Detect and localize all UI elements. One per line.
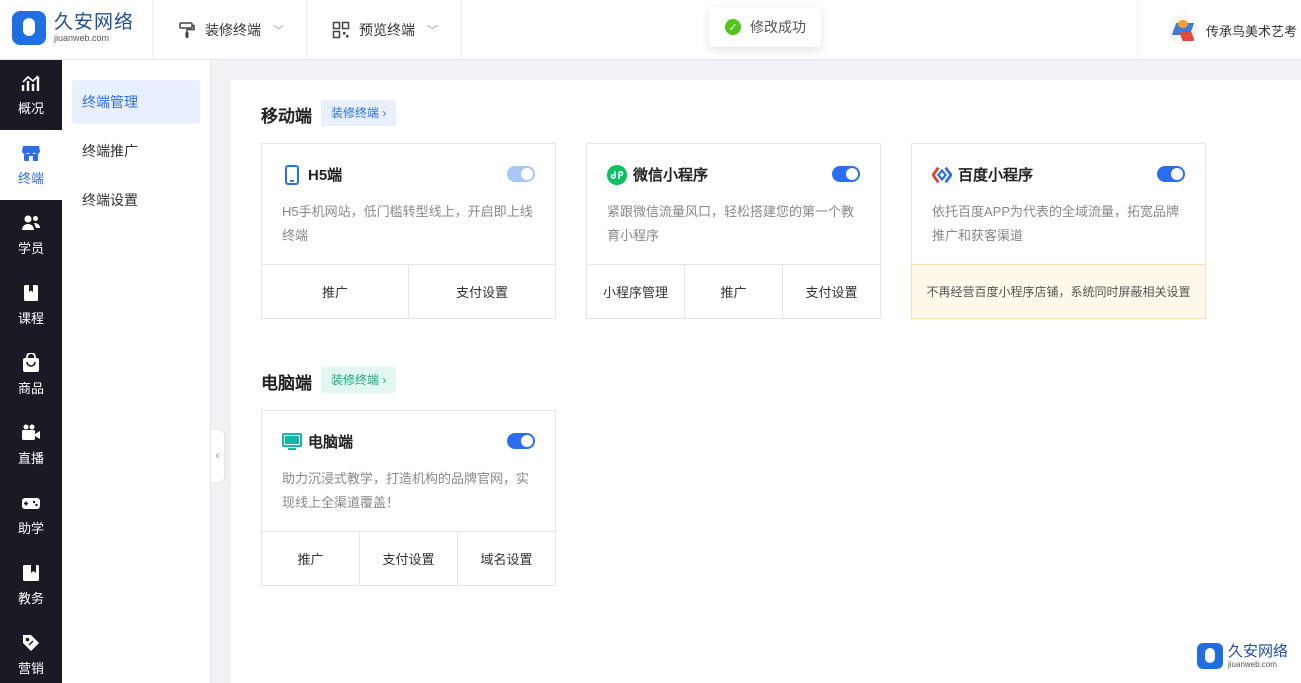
check-circle-icon: ✓	[725, 19, 741, 35]
sidebar-item-overview[interactable]: 概况	[0, 60, 62, 130]
main-sidebar: 概况 终端 学员 课程 商品 直播 助学 教务 营销	[0, 60, 62, 683]
user-name: 传承鸟美术艺考	[1206, 23, 1298, 39]
main-panel: 移动端 装修终端 › H5端 H5手机网站，低门槛转型线上，开启即上线终端 推广…	[231, 80, 1301, 683]
card-title: 百度小程序	[958, 167, 1034, 184]
chevron-left-icon: ‹	[215, 450, 220, 462]
wechat-miniprogram-manage-button[interactable]: 小程序管理	[587, 265, 685, 318]
tag-icon	[21, 633, 41, 653]
submenu-terminal-promotion[interactable]: 终端推广	[72, 129, 200, 173]
section-title-pc: 电脑端	[261, 374, 312, 393]
decorate-pc-link-label: 装修终端	[331, 373, 380, 387]
submenu-terminal-management[interactable]: 终端管理	[72, 80, 200, 124]
section-title-mobile: 移动端	[261, 107, 312, 126]
card-description: H5手机网站，低门槛转型线上，开启即上线终端	[282, 204, 533, 243]
pc-toggle[interactable]	[507, 433, 535, 449]
sidebar-item-label: 助学	[17, 521, 44, 536]
decorate-terminal-label: 装修终端	[205, 22, 261, 38]
logo-icon	[1197, 643, 1223, 669]
store-icon	[21, 143, 41, 163]
chevron-right-icon: ›	[382, 106, 387, 120]
top-bar: 久安网络 jiuanweb.com 装修终端 ﹀ 预览终端 ﹀ ✓ 修改成功 传…	[0, 0, 1301, 60]
terminal-submenu: 终端管理 终端推广 终端设置	[62, 60, 211, 683]
sidebar-item-label: 终端	[17, 171, 44, 186]
watermark-logo: 久安网络 jiuanweb.com	[1197, 643, 1288, 669]
decorate-terminal-menu[interactable]: 装修终端 ﹀	[152, 0, 306, 60]
card-baidu-miniprogram: 百度小程序 依托百度APP为代表的全域流量，拓宽品牌推广和获客渠道 不再经营百度…	[911, 143, 1206, 319]
preview-terminal-menu[interactable]: 预览终端 ﹀	[306, 0, 462, 60]
sidebar-item-students[interactable]: 学员	[0, 200, 62, 270]
card-title: 微信小程序	[633, 167, 709, 184]
sidebar-item-label: 直播	[17, 451, 44, 466]
pc-promote-button[interactable]: 推广	[262, 532, 360, 585]
chevron-down-icon: ﹀	[427, 25, 438, 37]
sidebar-item-study-aid[interactable]: 助学	[0, 480, 62, 550]
chevron-down-icon: ﹀	[273, 25, 284, 37]
card-title: H5端	[308, 167, 343, 184]
sidebar-item-goods[interactable]: 商品	[0, 340, 62, 410]
wechat-promote-button[interactable]: 推广	[685, 265, 783, 318]
baidu-notice: 不再经营百度小程序店铺，系统同时屏蔽相关设置	[911, 264, 1206, 319]
video-icon	[21, 423, 41, 443]
card-wechat-miniprogram: 微信小程序 紧跟微信流量风口，轻松搭建您的第一个教育小程序 小程序管理 推广 支…	[586, 143, 881, 319]
wechat-miniprogram-icon	[607, 164, 627, 185]
card-description: 依托百度APP为代表的全域流量，拓宽品牌推广和获客渠道	[932, 204, 1180, 243]
watermark-brand-domain: jiuanweb.com	[1228, 659, 1277, 669]
card-pc: 电脑端 助力沉浸式教学，打造机构的品牌官网，实现线上全渠道覆盖！ 推广 支付设置…	[261, 410, 556, 586]
avatar	[1168, 15, 1198, 45]
chevron-right-icon: ›	[382, 373, 387, 387]
card-description: 紧跟微信流量风口，轻松搭建您的第一个教育小程序	[607, 204, 855, 243]
sidebar-item-label: 课程	[17, 311, 44, 326]
watermark-brand-name: 久安网络	[1228, 642, 1289, 660]
brand-name: 久安网络	[54, 11, 135, 33]
sidebar-item-marketing[interactable]: 营销	[0, 620, 62, 683]
brand-domain: jiuanweb.com	[54, 32, 110, 43]
h5-promote-button[interactable]: 推广	[262, 265, 409, 318]
pc-payment-settings-button[interactable]: 支付设置	[360, 532, 458, 585]
paint-roller-icon	[177, 20, 197, 40]
sidebar-item-label: 营销	[17, 661, 44, 676]
card-description: 助力沉浸式教学，打造机构的品牌官网，实现线上全渠道覆盖！	[282, 471, 530, 510]
notebook-icon	[21, 563, 41, 583]
collapse-sidebar-button[interactable]: ‹	[211, 430, 224, 482]
baidu-toggle[interactable]	[1157, 166, 1185, 182]
sidebar-item-courses[interactable]: 课程	[0, 270, 62, 340]
users-icon	[21, 213, 41, 233]
bag-icon	[21, 353, 41, 373]
card-title: 电脑端	[308, 434, 354, 451]
user-menu[interactable]: 传承鸟美术艺考	[1137, 0, 1301, 60]
qr-code-icon	[331, 20, 351, 40]
preview-terminal-label: 预览终端	[359, 22, 415, 38]
sidebar-item-academic[interactable]: 教务	[0, 550, 62, 620]
gamepad-icon	[21, 493, 41, 513]
sidebar-item-terminal[interactable]: 终端	[0, 130, 62, 200]
decorate-mobile-link-label: 装修终端	[331, 106, 380, 120]
decorate-pc-link[interactable]: 装修终端 ›	[321, 367, 397, 393]
decorate-mobile-link[interactable]: 装修终端 ›	[321, 100, 397, 126]
sidebar-item-label: 概况	[17, 101, 44, 116]
success-toast: ✓ 修改成功	[709, 7, 821, 47]
submenu-terminal-settings[interactable]: 终端设置	[72, 178, 200, 222]
brand-logo[interactable]: 久安网络 jiuanweb.com	[12, 8, 152, 48]
monitor-icon	[282, 432, 302, 452]
h5-toggle[interactable]	[507, 166, 535, 182]
pc-domain-settings-button[interactable]: 域名设置	[458, 532, 555, 585]
sidebar-item-label: 学员	[17, 241, 44, 256]
toast-message: 修改成功	[750, 19, 806, 35]
h5-payment-settings-button[interactable]: 支付设置	[409, 265, 555, 318]
logo-icon	[12, 11, 46, 45]
sidebar-item-live[interactable]: 直播	[0, 410, 62, 480]
baidu-miniprogram-icon	[932, 165, 952, 185]
card-h5: H5端 H5手机网站，低门槛转型线上，开启即上线终端 推广 支付设置	[261, 143, 556, 319]
mobile-phone-icon	[282, 164, 302, 185]
sidebar-item-label: 教务	[17, 591, 44, 606]
wechat-toggle[interactable]	[832, 166, 860, 182]
book-icon	[21, 283, 41, 303]
sidebar-item-label: 商品	[17, 381, 44, 396]
wechat-payment-settings-button[interactable]: 支付设置	[783, 265, 880, 318]
chart-icon	[21, 73, 41, 93]
